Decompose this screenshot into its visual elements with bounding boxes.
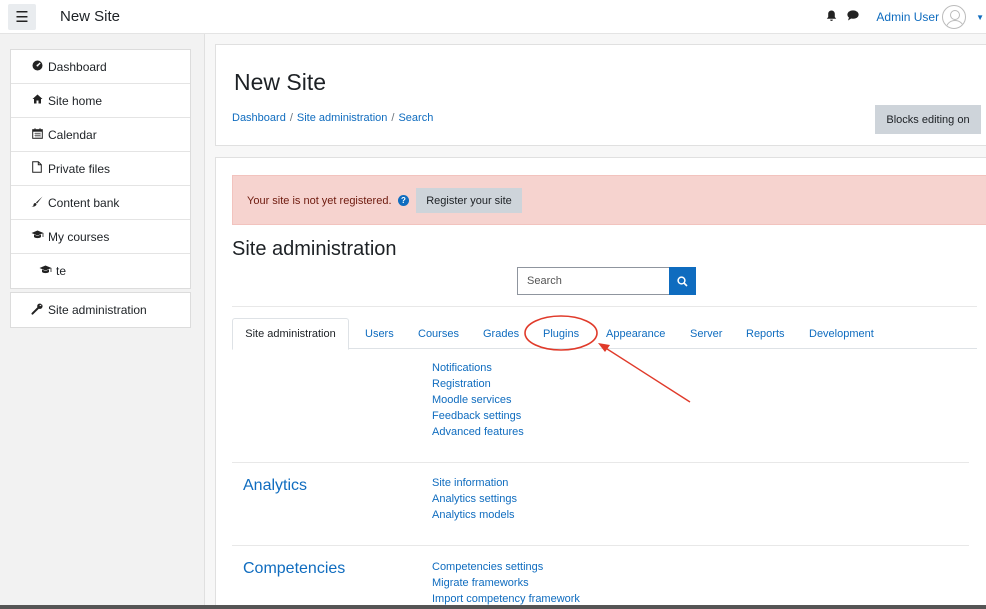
competencies-links: Competencies settings Migrate frameworks… <box>432 559 580 607</box>
nav-item-label: Content bank <box>48 195 120 210</box>
tab-reports[interactable]: Reports <box>746 328 785 340</box>
link-notifications[interactable]: Notifications <box>432 360 524 376</box>
link-migrate-frameworks[interactable]: Migrate frameworks <box>432 575 580 591</box>
nav-item-label: Private files <box>48 161 111 176</box>
nav-item-label: My courses <box>48 229 110 244</box>
navbar-site-name[interactable]: New Site <box>60 8 120 25</box>
nav-item-label: Site home <box>48 93 103 108</box>
breadcrumb-site-administration[interactable]: Site administration <box>297 112 388 124</box>
divider <box>232 462 969 463</box>
file-icon <box>29 161 45 176</box>
breadcrumb-separator: / <box>289 112 293 124</box>
hamburger-icon[interactable]: ☰ <box>8 4 36 30</box>
window-bottom-edge <box>0 605 986 609</box>
tab-grades[interactable]: Grades <box>483 328 519 340</box>
site-administration-heading: Site administration <box>232 238 397 260</box>
nav-item-site-administration[interactable]: Site administration <box>11 293 190 327</box>
user-avatar-icon[interactable] <box>942 5 967 29</box>
register-site-button[interactable]: Register your site <box>416 188 522 213</box>
link-analytics-settings[interactable]: Analytics settings <box>432 491 517 507</box>
nav-item-site-home[interactable]: Site home <box>11 84 190 118</box>
blocks-editing-button[interactable]: Blocks editing on <box>875 105 981 134</box>
nav-item-course-te[interactable]: te <box>11 254 190 288</box>
registration-alert: Your site is not yet registered. ? Regis… <box>232 175 986 225</box>
search-icon <box>677 275 688 287</box>
breadcrumb-search[interactable]: Search <box>398 112 433 124</box>
nav-item-calendar[interactable]: Calendar <box>11 118 190 152</box>
link-registration[interactable]: Registration <box>432 376 524 392</box>
top-navbar: ☰ New Site Admin User ▼ <box>0 0 986 34</box>
tab-development[interactable]: Development <box>809 328 874 340</box>
nav-item-content-bank[interactable]: Content bank <box>11 186 190 220</box>
divider <box>232 545 969 546</box>
chevron-down-icon[interactable]: ▼ <box>976 13 984 22</box>
page-title: New Site <box>234 69 327 95</box>
chat-icon[interactable] <box>847 10 859 24</box>
nav-drawer: Dashboard Site home Calendar Private fil… <box>0 34 205 609</box>
question-circle-icon[interactable]: ? <box>398 195 409 206</box>
tab-appearance[interactable]: Appearance <box>606 328 665 340</box>
nav-item-label: Dashboard <box>48 59 107 74</box>
admin-search-form <box>517 267 696 295</box>
nav-drawer-main: Dashboard Site home Calendar Private fil… <box>10 49 191 289</box>
category-analytics[interactable]: Analytics <box>243 477 307 495</box>
search-button[interactable] <box>669 267 696 295</box>
bell-icon[interactable] <box>826 10 837 25</box>
wrench-icon <box>29 303 45 318</box>
nav-item-label: Site administration <box>48 303 147 317</box>
dashboard-icon <box>29 60 45 74</box>
breadcrumb: Dashboard / Site administration / Search <box>232 112 433 124</box>
nav-drawer-admin: Site administration <box>10 292 191 328</box>
link-competencies-settings[interactable]: Competencies settings <box>432 559 580 575</box>
category-competencies[interactable]: Competencies <box>243 560 345 578</box>
graduation-cap-icon <box>37 265 53 278</box>
navbar-user-area: Admin User ▼ <box>826 0 986 34</box>
breadcrumb-separator: / <box>391 112 395 124</box>
nav-item-label: te <box>56 264 67 278</box>
breadcrumb-dashboard[interactable]: Dashboard <box>232 112 286 124</box>
admin-search-input[interactable] <box>517 267 669 295</box>
nav-item-private-files[interactable]: Private files <box>11 152 190 186</box>
page-header: New Site Dashboard / Site administration / S… <box>215 44 986 146</box>
brush-icon <box>29 196 45 210</box>
link-advanced-features[interactable]: Advanced features <box>432 424 524 440</box>
link-analytics-models[interactable]: Analytics models <box>432 507 517 523</box>
home-icon <box>29 94 45 107</box>
graduation-cap-icon <box>29 230 45 243</box>
general-links: Notifications Registration Moodle servic… <box>432 360 524 440</box>
calendar-icon <box>29 127 45 142</box>
admin-tabs: Site administration Users Courses Grades… <box>232 318 977 350</box>
nav-item-my-courses[interactable]: My courses <box>11 220 190 254</box>
analytics-links: Site information Analytics settings Anal… <box>432 475 517 523</box>
nav-item-label: Calendar <box>48 127 97 142</box>
link-moodle-services[interactable]: Moodle services <box>432 392 524 408</box>
user-menu-name[interactable]: Admin User <box>876 10 939 24</box>
tab-server[interactable]: Server <box>690 328 722 340</box>
link-feedback-settings[interactable]: Feedback settings <box>432 408 524 424</box>
registration-alert-text: Your site is not yet registered. <box>247 195 392 207</box>
tab-site-administration[interactable]: Site administration <box>232 318 349 350</box>
tab-users[interactable]: Users <box>365 328 394 340</box>
link-site-information[interactable]: Site information <box>432 475 517 491</box>
tab-plugins[interactable]: Plugins <box>543 328 579 340</box>
divider <box>232 306 977 307</box>
nav-item-dashboard[interactable]: Dashboard <box>11 50 190 84</box>
tab-courses[interactable]: Courses <box>418 328 459 340</box>
main-content: Your site is not yet registered. ? Regis… <box>215 157 986 609</box>
